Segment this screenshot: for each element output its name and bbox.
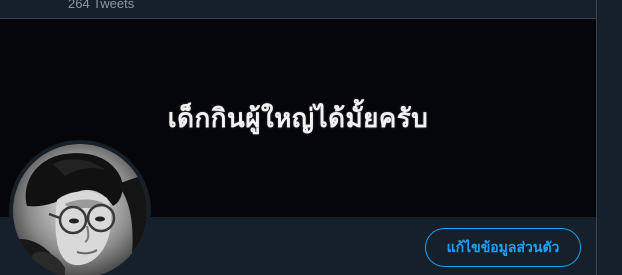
avatar-photo-icon [13, 144, 147, 275]
banner-caption: เด็กกินผู้ใหญ่ได้มั้ยครับ [167, 104, 429, 134]
profile-main-column: 264 Tweets เด็กกินผู้ใหญ่ได้มั้ยครับ แก้… [0, 0, 596, 275]
right-sidebar-edge [597, 0, 622, 275]
profile-header: 264 Tweets [0, 0, 596, 19]
tweet-count: 264 Tweets [68, 0, 135, 11]
edit-profile-button[interactable]: แก้ไขข้อมูลส่วนตัว [425, 228, 581, 267]
profile-page: 264 Tweets เด็กกินผู้ใหญ่ได้มั้ยครับ แก้… [0, 0, 622, 275]
profile-avatar[interactable] [9, 140, 151, 275]
